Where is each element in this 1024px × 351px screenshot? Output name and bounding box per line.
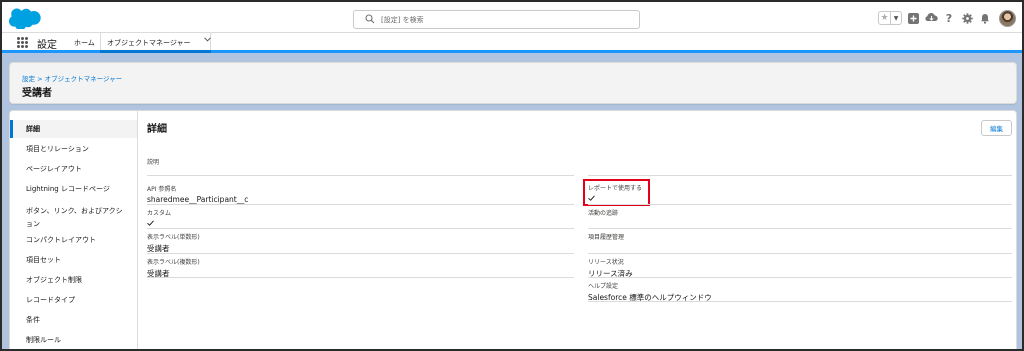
field-label: 活動の追跡 [588,210,619,217]
sidebar-item-label-cont: ョン [26,220,40,228]
divider [147,204,574,205]
sidebar-item-record-types[interactable]: レコードタイプ [10,291,137,309]
divider [588,301,1012,302]
field-label: 表示ラベル(単数形) [147,234,200,241]
sidebar-item-page-layouts[interactable]: ページレイアウト [10,160,137,178]
app-name: 設定 [37,40,57,51]
divider [588,277,1012,278]
divider [588,175,1012,176]
field-label: 項目履歴管理 [588,234,625,241]
nav-tab-object-manager[interactable]: オブジェクトマネージャー [100,33,211,51]
add-icon[interactable] [906,11,920,25]
sidebar-item-buttons-links-actions[interactable]: ボタン、リンク、およびアクシ ョン [10,206,137,230]
sidebar-item-conditions[interactable]: 条件 [10,311,137,329]
user-avatar[interactable] [999,9,1016,27]
star-icon[interactable]: ★ [879,12,890,24]
field-label: 表示ラベル(複数形) [147,259,200,266]
edit-button[interactable]: 編集 [981,120,1012,136]
sidebar-item-field-sets[interactable]: 項目セット [10,251,137,269]
salesforce-logo[interactable] [9,7,41,29]
field-custom: カスタム [147,208,171,228]
sidebar-item-restriction-rules[interactable]: 制限ルール [10,331,137,349]
active-tab-indicator [100,50,211,53]
field-label: カスタム [147,210,172,217]
field-api-name: API 参照名 sharedmee__Participant__c [147,184,248,204]
field-label: API 参照名 [147,186,177,193]
header-utility-icons: ★ ▼ ? [878,8,1016,28]
nav-tab-label: オブジェクトマネージャー [107,39,191,47]
divider [147,277,574,278]
app-launcher-icon[interactable] [17,37,28,48]
section-title: 詳細 [147,124,167,135]
breadcrumb[interactable]: 設定 > オブジェクトマネージャー [22,73,122,83]
object-sidebar: 詳細 項目とリレーション ページレイアウト Lightning レコードページ … [10,111,138,349]
field-label: 説明 [147,159,160,166]
field-track-activities: 活動の追跡 [588,208,618,217]
object-detail-card: 詳細 項目とリレーション ページレイアウト Lightning レコードページ … [9,110,1017,349]
field-singular-label: 表示ラベル(単数形) 受講者 [147,232,200,254]
sidebar-item-object-limits[interactable]: オブジェクト制限 [10,271,137,289]
highlight-box [583,179,650,206]
divider [147,175,574,176]
field-description: 説明 [147,157,159,168]
field-help-settings: ヘルプ設定 Salesforce 標準のヘルプウィンドウ [588,281,712,303]
sidebar-item-label: ボタン、リンク、およびアクシ [26,207,123,215]
divider [588,204,1012,205]
global-header: ★ ▼ ? [2,2,1022,33]
divider [147,253,574,254]
sidebar-item-fields[interactable]: 項目とリレーション [10,140,137,158]
page-header: 設定 > オブジェクトマネージャー 受講者 [9,62,1017,104]
field-value: sharedmee__Participant__c [147,195,249,204]
field-deployment-status: リリース状況 リリース済み [588,257,633,279]
favorites-group[interactable]: ★ ▼ [878,11,902,25]
detail-content: 詳細 編集 説明 API 参照名 sharedmee__Participant_… [138,111,1016,349]
global-search[interactable] [353,10,640,29]
field-plural-label: 表示ラベル(複数形) 受講者 [147,257,200,279]
help-icon[interactable]: ? [942,11,956,25]
checkmark-icon [147,220,154,226]
divider [147,228,574,229]
bell-icon[interactable] [978,11,992,25]
divider [588,253,1012,254]
field-label: ヘルプ設定 [588,283,619,290]
app-frame: ★ ▼ ? 設定 ホーム [0,0,1024,351]
search-icon [365,14,375,24]
gear-icon[interactable] [960,11,974,25]
chevron-down-icon[interactable]: ▼ [890,12,901,24]
sidebar-item-compact-layouts[interactable]: コンパクトレイアウト [10,231,137,249]
field-label: リリース状況 [588,259,624,266]
sidebar-item-details[interactable]: 詳細 [10,120,137,138]
trailhead-icon[interactable] [924,11,938,25]
divider [588,228,1012,229]
field-history-tracking: 項目履歴管理 [588,232,624,241]
nav-item-home[interactable]: ホーム [74,38,95,48]
search-input[interactable] [381,13,631,26]
chevron-down-icon[interactable] [204,36,211,44]
page-title: 受講者 [22,88,52,99]
app-navigation: 設定 ホーム オブジェクトマネージャー [2,33,1022,53]
sidebar-item-lightning-pages[interactable]: Lightning レコードページ [10,180,137,198]
